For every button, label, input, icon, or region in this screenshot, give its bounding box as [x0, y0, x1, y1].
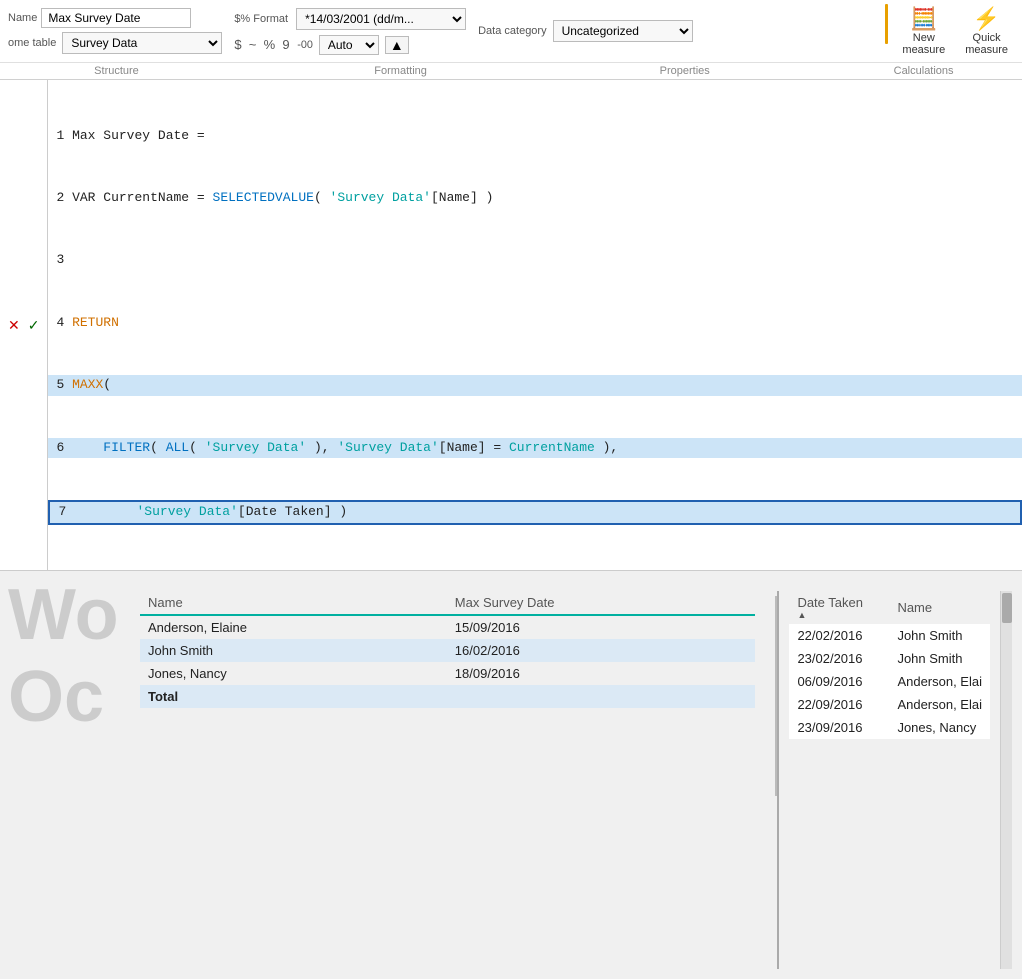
data-category-select[interactable]: Uncategorized [553, 20, 693, 42]
main-content: Wo Oc Name Max Survey Date Anderson, Ela… [0, 571, 1022, 979]
quick-measure-button[interactable]: ⚡ Quickmeasure [959, 4, 1014, 58]
right-table-name-cell: Anderson, Elai [889, 670, 990, 693]
right-table-date-cell: 23/09/2016 [789, 716, 889, 739]
formula-line-2: 2 VAR CurrentName = SELECTEDVALUE( 'Surv… [56, 188, 1014, 209]
formula-editor[interactable]: 1 Max Survey Date = 2 VAR CurrentName = … [48, 80, 1022, 570]
ribbon-section-labels: Structure Formatting Properties Calculat… [0, 63, 1022, 79]
scrollbar-thumb[interactable] [1002, 593, 1012, 623]
right-table-container: Date Taken ▲ Name 22/02/2016 John Smith [777, 591, 1000, 969]
right-table-name-cell: John Smith [889, 647, 990, 670]
left-table-name-cell: John Smith [140, 639, 447, 662]
table-row: 22/02/2016 John Smith [789, 624, 990, 647]
format-select[interactable]: *14/03/2001 (dd/m... [296, 8, 466, 30]
properties-label: Properties [576, 65, 793, 77]
table-row: Jones, Nancy 18/09/2016 [140, 662, 755, 685]
format-label: $% Format [234, 13, 288, 25]
auto-select[interactable]: Auto [319, 35, 379, 55]
line-num-1: 1 [56, 128, 72, 143]
right-table-name-cell: John Smith [889, 624, 990, 647]
line-num-2: 2 [56, 190, 72, 205]
table-row: 22/09/2016 Anderson, Elai [789, 693, 990, 716]
right-table-date-cell: 23/02/2016 [789, 647, 889, 670]
data-category-label: Data category [478, 25, 546, 37]
right-table-wrapper: Date Taken ▲ Name 22/02/2016 John Smith [775, 591, 1012, 969]
big-text-oc: Oc [8, 661, 110, 733]
sort-arrow-icon: ▲ [797, 610, 881, 620]
right-table-name-header: Name [889, 591, 990, 624]
calculations-label: Calculations [833, 65, 1014, 77]
new-measure-button[interactable]: 🧮 Newmeasure [896, 4, 951, 58]
big-text-wo: Wo [8, 579, 110, 651]
decorative-text: Wo Oc [0, 571, 110, 979]
right-table: Date Taken ▲ Name 22/02/2016 John Smith [789, 591, 990, 739]
structure-label: Structure [8, 65, 225, 77]
formula-line-1: 1 Max Survey Date = [56, 126, 1014, 147]
ribbon: Name ome table Survey Data $% Format *14… [0, 0, 1022, 80]
formula-line-4: 4 RETURN [56, 313, 1014, 334]
left-table: Name Max Survey Date Anderson, Elaine 15… [140, 591, 755, 708]
left-table-date-cell: 15/09/2016 [447, 615, 756, 639]
right-table-date-cell: 22/09/2016 [789, 693, 889, 716]
formula-bar: ✕ ✓ 1 Max Survey Date = 2 VAR CurrentNam… [0, 80, 1022, 571]
formula-line-1-text: Max Survey Date = [72, 128, 205, 143]
left-table-container: Name Max Survey Date Anderson, Elaine 15… [120, 591, 775, 969]
left-table-name-cell: Anderson, Elaine [140, 615, 447, 639]
formula-line-6: 6 FILTER( ALL( 'Survey Data' ), 'Survey … [48, 438, 1022, 459]
accent-bar [885, 4, 888, 44]
increment-btn[interactable]: ▲ [385, 36, 409, 54]
home-table-label: ome table [8, 37, 56, 49]
right-table-name-cell: Jones, Nancy [889, 716, 990, 739]
quick-measure-label: Quickmeasure [965, 32, 1008, 56]
name-label: Name [8, 12, 37, 24]
calculations-group: 🧮 Newmeasure ⚡ Quickmeasure [885, 4, 1014, 58]
quick-measure-icon: ⚡ [973, 6, 1000, 32]
formula-line-5: 5 MAXX( [48, 375, 1022, 396]
formula-line-3: 3 [56, 250, 1014, 271]
table-row: 23/09/2016 Jones, Nancy [789, 716, 990, 739]
right-table-header-row: Date Taken ▲ Name [789, 591, 990, 624]
formatting-label: Formatting [265, 65, 536, 77]
scrollbar[interactable] [1000, 591, 1012, 969]
field-name-input[interactable] [41, 8, 191, 28]
left-table-name-header: Name [140, 591, 447, 615]
formula-line-7: 7 'Survey Data'[Date Taken] ) [48, 500, 1022, 525]
tables-area: Name Max Survey Date Anderson, Elaine 15… [110, 571, 1022, 979]
home-table-select[interactable]: Survey Data [62, 32, 222, 54]
left-table-name-cell: Jones, Nancy [140, 662, 447, 685]
left-table-header-row: Name Max Survey Date [140, 591, 755, 615]
table-row: 23/02/2016 John Smith [789, 647, 990, 670]
left-table-total-value [447, 685, 756, 708]
format-group: $% Format *14/03/2001 (dd/m... $ ~ % 9 -… [234, 8, 466, 55]
formula-cancel-button[interactable]: ✕ [6, 317, 22, 334]
table-row: Anderson, Elaine 15/09/2016 [140, 615, 755, 639]
left-table-date-header: Max Survey Date [447, 591, 756, 615]
field-name-group: Name ome table Survey Data [8, 8, 222, 54]
ribbon-top: Name ome table Survey Data $% Format *14… [0, 0, 1022, 63]
table-row: John Smith 16/02/2016 [140, 639, 755, 662]
data-category-group: Data category Uncategorized [478, 20, 692, 42]
table-row: 06/09/2016 Anderson, Elai [789, 670, 990, 693]
formula-confirm-button[interactable]: ✓ [26, 317, 42, 334]
right-table-date-header: Date Taken ▲ [789, 591, 889, 624]
right-table-date-cell: 22/02/2016 [789, 624, 889, 647]
left-table-date-cell: 16/02/2016 [447, 639, 756, 662]
new-measure-icon: 🧮 [910, 6, 937, 32]
right-table-name-cell: Anderson, Elai [889, 693, 990, 716]
table-total-row: Total [140, 685, 755, 708]
formula-controls: ✕ ✓ [0, 80, 48, 570]
left-table-total-label: Total [140, 685, 447, 708]
new-measure-label: Newmeasure [902, 32, 945, 56]
right-table-date-cell: 06/09/2016 [789, 670, 889, 693]
left-table-date-cell: 18/09/2016 [447, 662, 756, 685]
format-symbols: $ ~ % 9 -00 [234, 37, 313, 52]
